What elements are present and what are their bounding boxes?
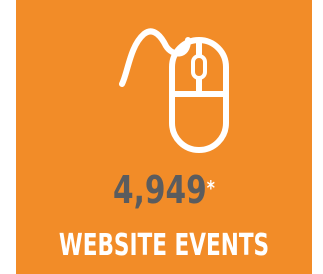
footnote-asterisk: *	[206, 176, 215, 200]
event-count: 4,949*	[49, 168, 280, 212]
computer-mouse-icon	[119, 28, 229, 153]
event-label: WEBSITE EVENTS	[58, 228, 270, 263]
stat-tile: 4,949* WEBSITE EVENTS	[16, 0, 312, 274]
event-count-value: 4,949	[113, 168, 207, 212]
